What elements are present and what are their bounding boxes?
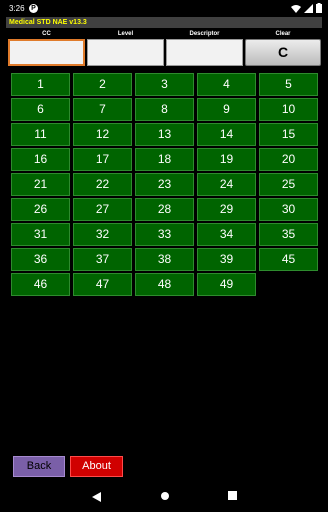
cc-field[interactable] bbox=[8, 39, 85, 66]
descriptor-field[interactable] bbox=[166, 39, 243, 66]
number-cell-12[interactable]: 12 bbox=[73, 123, 132, 146]
battery-icon bbox=[316, 3, 322, 13]
back-button[interactable]: Back bbox=[13, 456, 65, 477]
number-cell-29[interactable]: 29 bbox=[197, 198, 256, 221]
number-cell-6[interactable]: 6 bbox=[11, 98, 70, 121]
number-cell-30[interactable]: 30 bbox=[259, 198, 318, 221]
number-cell-16[interactable]: 16 bbox=[11, 148, 70, 171]
descriptor-label: Descriptor bbox=[189, 31, 220, 37]
nav-home-icon[interactable] bbox=[160, 491, 170, 501]
notification-app-icon: P bbox=[29, 4, 38, 13]
number-cell-39[interactable]: 39 bbox=[197, 248, 256, 271]
number-cell-22[interactable]: 22 bbox=[73, 173, 132, 196]
about-button[interactable]: About bbox=[70, 456, 123, 477]
number-cell-23[interactable]: 23 bbox=[135, 173, 194, 196]
status-time: 3:26 bbox=[9, 4, 25, 13]
number-cell-17[interactable]: 17 bbox=[73, 148, 132, 171]
number-cell-10[interactable]: 10 bbox=[259, 98, 318, 121]
number-cell-15[interactable]: 15 bbox=[259, 123, 318, 146]
number-cell-7[interactable]: 7 bbox=[73, 98, 132, 121]
number-cell-14[interactable]: 14 bbox=[197, 123, 256, 146]
status-bar: 3:26 P bbox=[0, 0, 328, 17]
number-cell-18[interactable]: 18 bbox=[135, 148, 194, 171]
level-label: Level bbox=[117, 31, 134, 37]
number-cell-20[interactable]: 20 bbox=[259, 148, 318, 171]
number-cell-38[interactable]: 38 bbox=[135, 248, 194, 271]
number-cell-37[interactable]: 37 bbox=[73, 248, 132, 271]
number-cell-26[interactable]: 26 bbox=[11, 198, 70, 221]
wifi-icon bbox=[291, 4, 301, 13]
number-cell-32[interactable]: 32 bbox=[73, 223, 132, 246]
number-cell-2[interactable]: 2 bbox=[73, 73, 132, 96]
number-cell-5[interactable]: 5 bbox=[259, 73, 318, 96]
status-icons bbox=[291, 3, 322, 13]
number-cell-36[interactable]: 36 bbox=[11, 248, 70, 271]
app-title-bar: Medical STD NAE v13.3 bbox=[6, 17, 322, 28]
cc-label: CC bbox=[42, 31, 51, 37]
number-cell-34[interactable]: 34 bbox=[197, 223, 256, 246]
number-cell-33[interactable]: 33 bbox=[135, 223, 194, 246]
number-cell-35[interactable]: 35 bbox=[259, 223, 318, 246]
number-cell-27[interactable]: 27 bbox=[73, 198, 132, 221]
nav-back-icon[interactable] bbox=[92, 492, 101, 502]
number-cell-48[interactable]: 48 bbox=[135, 273, 194, 296]
number-cell-11[interactable]: 11 bbox=[11, 123, 70, 146]
number-cell-49[interactable]: 49 bbox=[197, 273, 256, 296]
number-cell-4[interactable]: 4 bbox=[197, 73, 256, 96]
number-cell-45[interactable]: 45 bbox=[259, 248, 318, 271]
number-cell-9[interactable]: 9 bbox=[197, 98, 256, 121]
number-cell-21[interactable]: 21 bbox=[11, 173, 70, 196]
number-cell-47[interactable]: 47 bbox=[73, 273, 132, 296]
number-cell-8[interactable]: 8 bbox=[135, 98, 194, 121]
navigation-bar bbox=[0, 482, 328, 512]
number-cell-13[interactable]: 13 bbox=[135, 123, 194, 146]
number-cell-24[interactable]: 24 bbox=[197, 173, 256, 196]
clear-label: Clear bbox=[275, 31, 291, 37]
number-cell-19[interactable]: 19 bbox=[197, 148, 256, 171]
number-cell-31[interactable]: 31 bbox=[11, 223, 70, 246]
signal-icon bbox=[304, 3, 313, 13]
number-cell-25[interactable]: 25 bbox=[259, 173, 318, 196]
number-cell-1[interactable]: 1 bbox=[11, 73, 70, 96]
number-cell-3[interactable]: 3 bbox=[135, 73, 194, 96]
number-cell-46[interactable]: 46 bbox=[11, 273, 70, 296]
app-title: Medical STD NAE v13.3 bbox=[9, 19, 87, 26]
number-cell-28[interactable]: 28 bbox=[135, 198, 194, 221]
level-field[interactable] bbox=[87, 39, 164, 66]
clear-button[interactable]: C bbox=[245, 39, 321, 66]
nav-recent-icon[interactable] bbox=[228, 491, 237, 500]
